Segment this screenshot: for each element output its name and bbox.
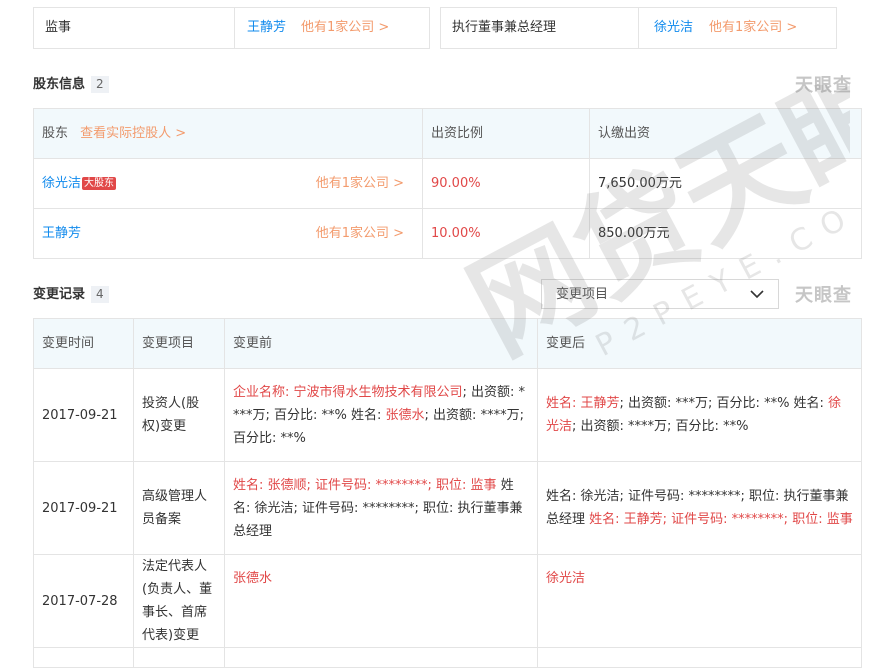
shareholders-title: 股东信息 [33,77,86,92]
change-item: 投资人(股权)变更 [133,368,225,462]
change-after: 姓名: 徐光洁; 证件号码: ********; 职位: 执行董事兼总经理 姓名… [537,461,862,555]
table-row [33,647,862,668]
filter-selected-value: 变更项目 [556,287,609,302]
chevron-down-icon [750,290,764,299]
officer-box-supervisor: 监事 王静芳 他有1家公司 > [33,7,430,49]
table-header-row: 变更时间 变更项目 变更前 变更后 [33,318,862,369]
change-time: 2017-09-21 [33,368,134,462]
shareholder-companies-link[interactable]: 他有1家公司 > [316,222,404,245]
change-after: 徐光洁 [537,554,862,648]
shareholder-cell: 王静芳 他有1家公司 > [33,208,423,259]
change-item-filter-select[interactable]: 变更项目 [541,279,779,309]
changes-section-title: 变更记录 4 [33,283,109,303]
major-shareholder-badge: 大股东 [82,177,117,190]
table-row: 王静芳 他有1家公司 > 10.00% 850.00万元 [33,208,862,259]
change-after: 姓名: 王静芳; 出资额: ***万; 百分比: **% 姓名: 徐光洁; 出资… [537,368,862,462]
header-shareholder: 股东 查看实际控股人 > [33,108,423,159]
shareholder-name-link[interactable]: 王静芳 [42,226,81,241]
changes-title: 变更记录 [33,287,86,302]
shareholder-companies-link[interactable]: 他有1家公司 > [316,172,404,195]
header-after: 变更后 [537,318,862,369]
change-before: 企业名称: 宁波市得水生物技术有限公司; 出资额: ****万; 百分比: **… [224,368,538,462]
shareholders-section-title: 股东信息 2 [33,73,109,93]
officer-role: 执行董事兼总经理 [452,20,557,35]
officer-name-link[interactable]: 王静芳 [247,8,286,48]
changes-table: 变更时间 变更项目 变更前 变更后 2017-09-21 投资人(股权)变更 企… [33,318,862,668]
officer-name-link[interactable]: 徐光洁 [654,8,693,48]
shareholders-count-badge: 2 [91,76,109,93]
table-row: 2017-09-21 投资人(股权)变更 企业名称: 宁波市得水生物技术有限公司… [33,368,862,462]
shareholder-cell: 徐光洁 大股东 他有1家公司 > [33,158,423,209]
amount-cell: 7,650.00万元 [589,158,862,209]
change-item: 高级管理人员备案 [133,461,225,555]
change-time: 2017-07-28 [33,554,134,648]
change-time: 2017-09-21 [33,461,134,555]
table-row: 徐光洁 大股东 他有1家公司 > 90.00% 7,650.00万元 [33,158,862,209]
header-before: 变更前 [224,318,538,369]
officer-role: 监事 [45,20,72,35]
shareholder-name-link[interactable]: 徐光洁 [42,176,81,191]
tianyancha-logo: 天眼查 [795,75,852,96]
change-before: 张德水 [224,554,538,648]
change-before: 姓名: 张德顺; 证件号码: ********; 职位: 监事 姓名: 徐光洁;… [224,461,538,555]
ratio-cell: 10.00% [422,208,590,259]
table-row: 2017-09-21 高级管理人员备案 姓名: 张德顺; 证件号码: *****… [33,461,862,555]
shareholders-table: 股东 查看实际控股人 > 出资比例 认缴出资 徐光洁 大股东 他有1家公司 > 9… [33,108,862,259]
tianyancha-logo: 天眼查 [795,285,852,306]
header-time: 变更时间 [33,318,134,369]
header-item: 变更项目 [133,318,225,369]
table-header-row: 股东 查看实际控股人 > 出资比例 认缴出资 [33,108,862,159]
officer-companies-link[interactable]: 他有1家公司 > [709,8,797,48]
header-ratio: 出资比例 [422,108,590,159]
amount-cell: 850.00万元 [589,208,862,259]
ratio-cell: 90.00% [422,158,590,209]
table-row: 2017-07-28 法定代表人(负责人、董事长、首席代表)变更 张德水 徐光洁 [33,554,862,648]
view-actual-controller-link[interactable]: 查看实际控股人 > [80,126,186,141]
change-item: 法定代表人(负责人、董事长、首席代表)变更 [133,554,225,648]
officer-companies-link[interactable]: 他有1家公司 > [301,8,389,48]
header-subscribed: 认缴出资 [589,108,862,159]
officer-box-director: 执行董事兼总经理 徐光洁 他有1家公司 > [440,7,837,49]
changes-count-badge: 4 [91,286,109,303]
